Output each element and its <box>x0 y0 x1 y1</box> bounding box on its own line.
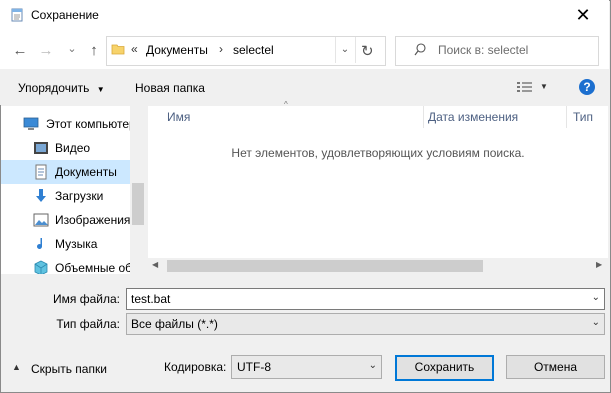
organize-button[interactable]: Упорядочить ▼ <box>18 81 105 95</box>
scroll-right-icon[interactable]: ▶ <box>596 260 602 269</box>
sidebar-item-label: Загрузки <box>55 189 104 203</box>
breadcrumb-overflow[interactable]: « <box>131 42 138 56</box>
recent-locations-chevron-icon[interactable]: ⌄ <box>64 42 80 56</box>
sidebar-item-label: Изображения <box>55 213 130 227</box>
sort-ascending-icon: ^ <box>284 100 288 109</box>
sidebar-item-label: Музыка <box>55 237 98 251</box>
up-arrow-icon[interactable]: ↑ <box>86 43 102 58</box>
breadcrumb-separator[interactable]: › <box>219 42 223 56</box>
empty-results-message: Нет элементов, удовлетворяющих условиям … <box>231 146 525 160</box>
filename-label: Имя файла: <box>53 292 120 306</box>
video-icon <box>34 142 48 154</box>
music-icon <box>37 238 42 249</box>
help-icon[interactable]: ? <box>579 79 595 95</box>
sidebar-item-3d-objects[interactable]: Объемные объекты <box>1 256 130 274</box>
filename-field[interactable]: test.bat ⌄ <box>126 288 605 310</box>
sidebar-item-label: Объемные объекты <box>55 261 130 274</box>
computer-icon <box>23 117 39 130</box>
documents-icon <box>35 164 47 180</box>
address-divider <box>355 37 356 63</box>
new-folder-button[interactable]: Новая папка <box>135 81 205 95</box>
folder-icon <box>111 44 125 55</box>
address-divider <box>335 37 336 63</box>
navigation-pane-scroll-thumb[interactable] <box>132 183 144 225</box>
sidebar-item-label: Этот компьютер <box>46 117 130 131</box>
scroll-left-icon[interactable]: ◀ <box>152 260 158 269</box>
address-history-chevron-icon[interactable]: ⌄ <box>337 36 353 64</box>
column-header-date-modified[interactable]: Дата изменения <box>428 110 518 124</box>
filetype-value: Все файлы (*.*) <box>131 317 218 331</box>
filename-value: test.bat <box>131 292 171 306</box>
view-options-icon[interactable] <box>516 81 534 93</box>
file-list[interactable] <box>148 106 608 274</box>
column-separator[interactable] <box>566 106 567 128</box>
filetype-select[interactable]: Все файлы (*.*) ⌄ <box>126 313 605 335</box>
file-list-scroll-thumb[interactable] <box>167 260 483 272</box>
collapse-chevron-icon[interactable]: ▲ <box>12 362 21 372</box>
breadcrumb-item-documents[interactable]: Документы <box>146 43 208 57</box>
forward-arrow-icon[interactable]: → <box>38 43 54 58</box>
search-icon <box>414 43 426 56</box>
sidebar-item-video[interactable]: Видео <box>1 136 130 160</box>
encoding-value: UTF-8 <box>237 360 271 374</box>
chevron-down-icon: ▼ <box>96 85 105 94</box>
save-button[interactable]: Сохранить <box>395 355 494 381</box>
search-input[interactable]: Поиск в: selectel <box>438 43 528 57</box>
breadcrumb-item-selectel[interactable]: selectel <box>233 43 274 57</box>
encoding-select[interactable]: UTF-8 ⌄ <box>231 355 382 379</box>
chevron-down-icon: ⌄ <box>591 292 600 303</box>
column-header-type[interactable]: Тип <box>573 110 593 124</box>
encoding-label: Кодировка: <box>164 360 227 374</box>
hide-folders-toggle[interactable]: Скрыть папки <box>31 362 107 376</box>
3d-objects-icon <box>34 260 48 274</box>
downloads-icon <box>36 189 46 202</box>
back-arrow-icon[interactable]: ← <box>12 43 28 58</box>
notepad-icon <box>11 8 23 22</box>
sidebar-item-label: Документы <box>55 165 117 179</box>
pictures-icon <box>33 213 49 227</box>
sidebar-item-this-pc[interactable]: Этот компьютер <box>1 112 130 136</box>
close-icon[interactable]: ✕ <box>568 4 598 26</box>
view-options-chevron-icon[interactable]: ▼ <box>540 82 548 91</box>
sidebar-item-label: Видео <box>55 141 91 155</box>
cancel-button[interactable]: Отмена <box>506 355 605 379</box>
sidebar-item-music[interactable]: Музыка <box>1 232 130 256</box>
sidebar-item-pictures[interactable]: Изображения <box>1 208 130 232</box>
organize-label: Упорядочить <box>18 81 90 95</box>
chevron-down-icon: ⌄ <box>591 317 600 328</box>
filetype-label: Тип файла: <box>56 317 120 331</box>
column-separator[interactable] <box>423 106 424 128</box>
chevron-down-icon: ⌄ <box>368 360 377 371</box>
sidebar-item-documents[interactable]: Документы <box>1 160 130 184</box>
sidebar-item-downloads[interactable]: Загрузки <box>1 184 130 208</box>
column-header-name[interactable]: Имя <box>167 110 190 124</box>
window-title: Сохранение <box>31 8 99 22</box>
refresh-icon[interactable]: ↻ <box>361 42 374 60</box>
